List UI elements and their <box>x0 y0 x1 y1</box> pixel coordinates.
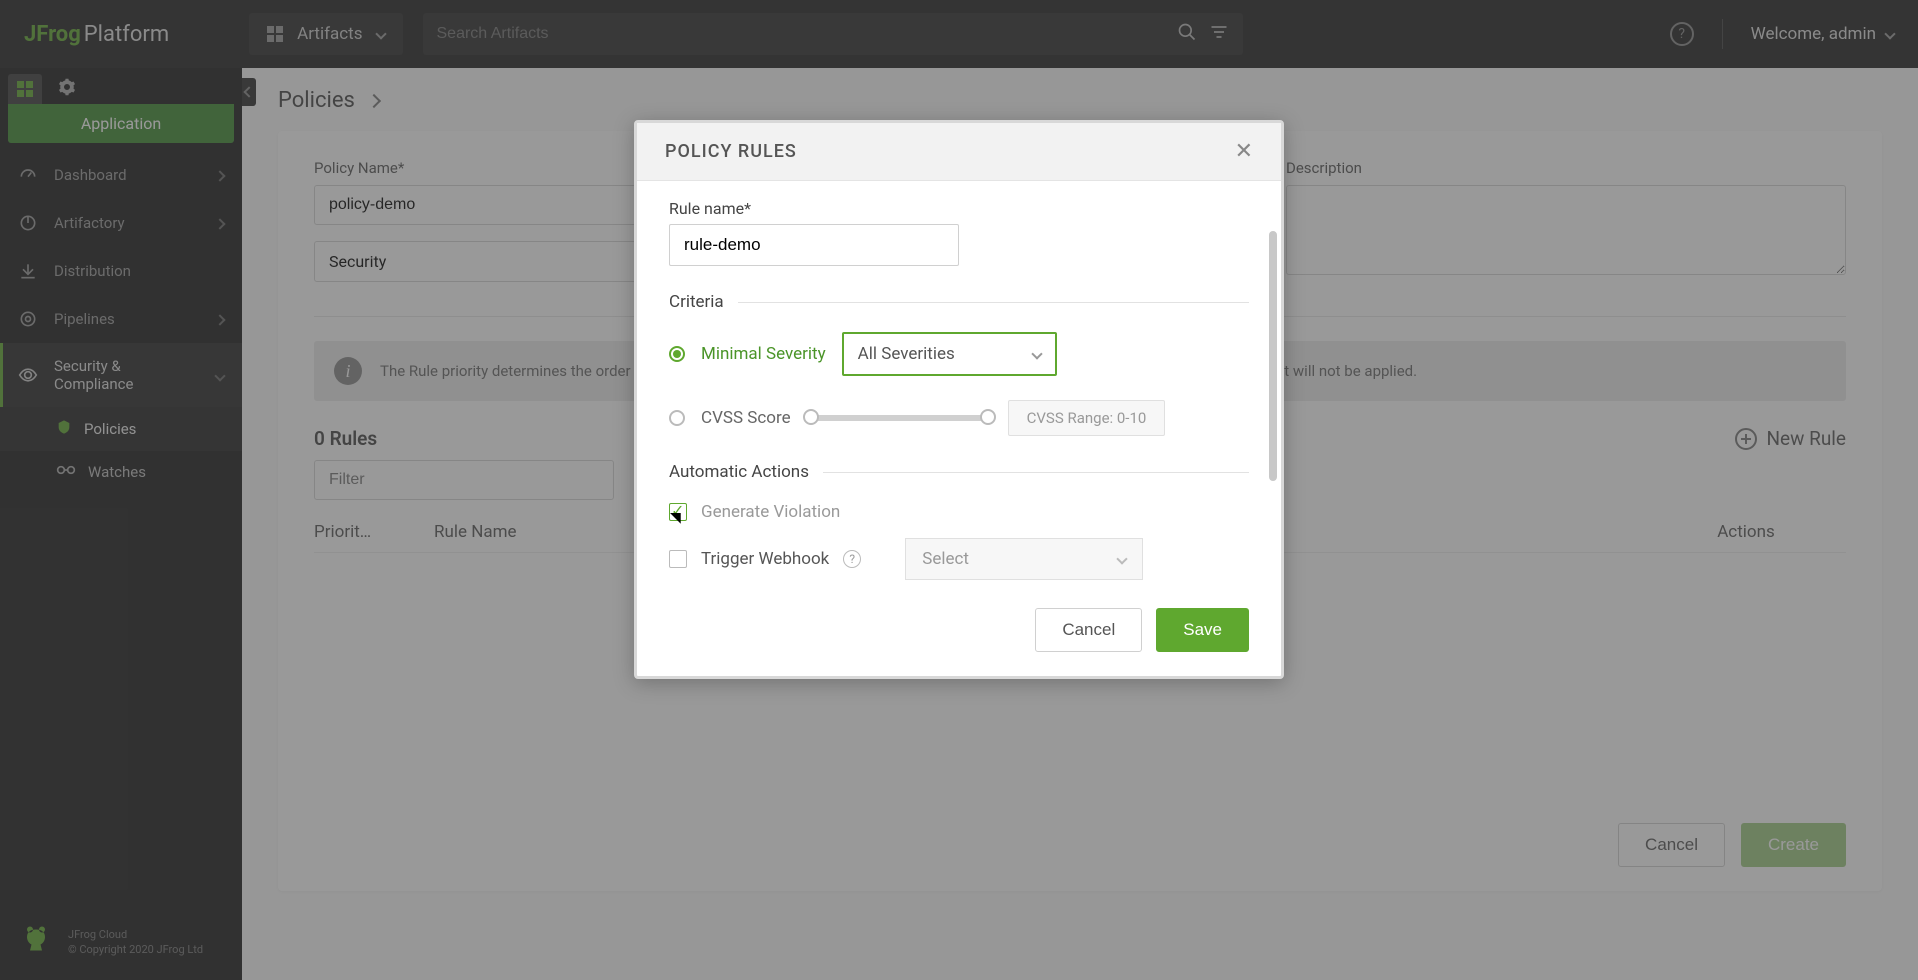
modal-cancel-button[interactable]: Cancel <box>1035 608 1142 652</box>
close-icon[interactable]: ✕ <box>1235 139 1253 164</box>
criteria-title-label: Criteria <box>669 292 724 312</box>
cvss-radio[interactable] <box>669 410 685 426</box>
min-severity-label: Minimal Severity <box>701 344 826 364</box>
modal-footer: Cancel Save <box>637 590 1281 676</box>
modal-scrollbar[interactable] <box>1269 231 1277 531</box>
chevron-down-icon <box>1117 553 1128 564</box>
criteria-min-severity: Minimal Severity All Severities <box>669 332 1249 376</box>
cvss-label: CVSS Score <box>701 408 791 428</box>
webhook-select-value: Select <box>922 549 969 569</box>
auto-actions-title-label: Automatic Actions <box>669 462 809 482</box>
modal-body: Rule name* Criteria Minimal Severity All… <box>637 181 1281 590</box>
trigger-webhook-label: Trigger Webhook <box>701 549 829 569</box>
modal-overlay: POLICY RULES ✕ Rule name* Criteria Minim… <box>0 0 1918 980</box>
severity-value: All Severities <box>858 344 955 364</box>
cvss-range-display: CVSS Range: 0-10 <box>1008 400 1166 436</box>
rule-name-input[interactable] <box>669 224 959 266</box>
generate-violation-label: Generate Violation <box>701 502 840 522</box>
cursor-icon: ◥ <box>670 510 681 526</box>
slider-handle-min[interactable] <box>803 409 819 425</box>
modal-title: POLICY RULES <box>665 141 797 162</box>
cvss-slider[interactable] <box>807 415 992 421</box>
modal-save-button[interactable]: Save <box>1156 608 1249 652</box>
criteria-title: Criteria <box>669 292 1249 312</box>
severity-select[interactable]: All Severities <box>842 332 1057 376</box>
slider-handle-max[interactable] <box>980 409 996 425</box>
webhook-select[interactable]: Select <box>905 538 1143 580</box>
action-generate-violation: Generate Violation <box>669 502 1249 522</box>
action-trigger-webhook: Trigger Webhook ? Select <box>669 538 1249 580</box>
modal-header: POLICY RULES ✕ <box>637 123 1281 181</box>
chevron-down-icon <box>1031 348 1042 359</box>
min-severity-radio[interactable] <box>669 346 685 362</box>
criteria-cvss: CVSS Score CVSS Range: 0-10 <box>669 400 1249 436</box>
trigger-webhook-checkbox[interactable] <box>669 550 687 568</box>
help-icon[interactable]: ? <box>843 550 861 568</box>
auto-actions-title: Automatic Actions <box>669 462 1249 482</box>
rule-name-label: Rule name* <box>669 199 1249 218</box>
policy-rules-modal: POLICY RULES ✕ Rule name* Criteria Minim… <box>634 120 1284 679</box>
